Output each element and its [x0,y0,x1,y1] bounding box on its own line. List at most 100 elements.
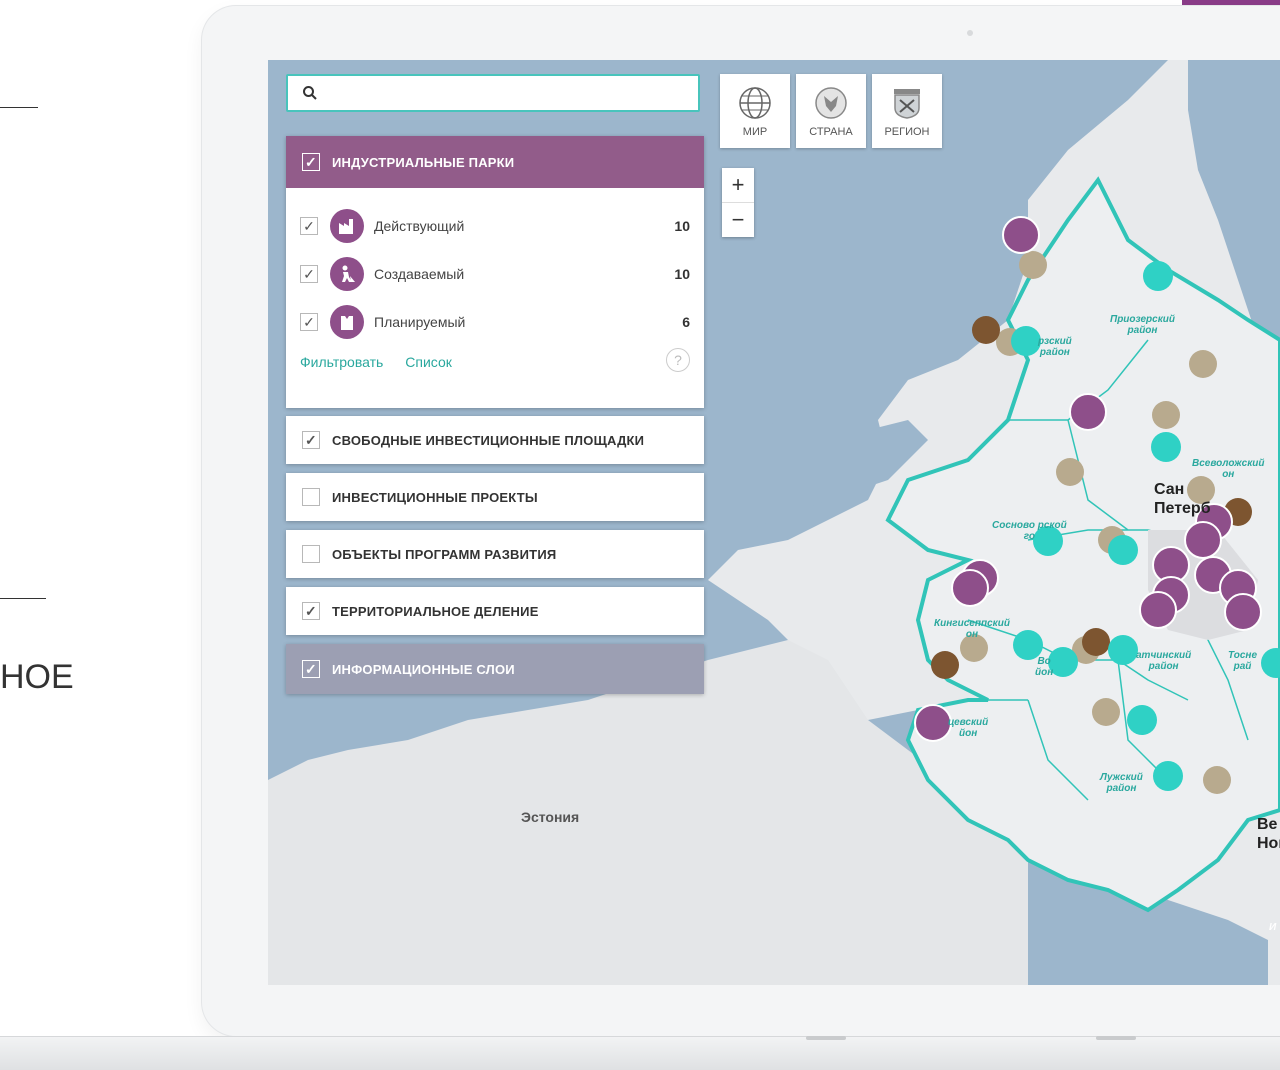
legend-label: Действующий [374,218,465,234]
layer-development-programs-header[interactable]: ОБЪЕКТЫ ПРОГРАММ РАЗВИТИЯ [286,530,704,578]
district-label-line: район [1148,661,1179,672]
map-label-spb-line1: Сан [1154,481,1185,498]
brand-accent-bar [1182,0,1280,5]
map-label-estonia: Эстония [521,809,580,825]
layer-info[interactable]: ✓ ИНФОРМАЦИОННЫЕ СЛОИ [286,644,704,694]
region-coat-of-arms-icon [894,89,920,119]
layer-title: ИНВЕСТИЦИОННЫЕ ПРОЕКТЫ [332,489,538,505]
globe-icon [739,87,771,119]
legend-label: Создаваемый [374,266,465,282]
investment-projects-checkbox[interactable] [302,488,320,506]
district-label-tosnensky: Тосне рай [1228,650,1257,672]
district-label-line: Во [1037,656,1051,667]
legend-row-active[interactable]: ✓ Действующий 10 [300,208,690,244]
list-link[interactable]: Список [405,354,452,370]
map-marker [1056,458,1084,486]
district-label-line: атчинский [1136,650,1192,661]
district-label-part: рской [1037,520,1067,531]
map-label-spb: Сан Петерб [1154,480,1211,518]
layer-free-sites[interactable]: ✓ СВОБОДНЫЕ ИНВЕСТИЦИОННЫЕ ПЛОЩАДКИ [286,416,704,464]
laptop-camera [967,30,973,36]
legend-row-planned[interactable]: ✓ Планируемый 6 [300,304,690,340]
district-label-line: район [1106,783,1137,794]
map-marker [1184,521,1222,559]
development-programs-checkbox[interactable] [302,545,320,563]
layer-title: ИНФОРМАЦИОННЫЕ СЛОИ [332,661,515,677]
map-screen[interactable]: Эстония Сан Петерб Ве Нов Приозерский ра… [268,60,1280,985]
district-label-line: Тосне [1228,650,1257,661]
district-label-luzhsky: Лужский район [1100,772,1143,794]
side-heading-fragment: НОЕ [0,658,74,696]
map-marker [1139,591,1177,629]
map-marker [1108,535,1138,565]
divider-line-bottom [0,598,46,599]
search-icon [303,86,317,100]
district-label-priozersky: Приозерский район [1110,314,1175,336]
scope-button-world[interactable]: МИР [720,74,790,148]
district-label-vyborgsky: рзский район [1038,336,1072,358]
active-checkbox[interactable]: ✓ [300,217,318,235]
map-marker [1153,761,1183,791]
scope-label: РЕГИОН [884,126,930,138]
divider-line-top [0,107,38,108]
map-marker [972,316,1000,344]
country-emblem-icon [815,87,847,119]
layer-title: ИНДУСТРИАЛЬНЫЕ ПАРКИ [332,154,515,170]
district-label-gatchinsky: атчинский район [1136,650,1191,672]
layer-investment-projects[interactable]: ИНВЕСТИЦИОННЫЕ ПРОЕКТЫ [286,473,704,521]
laptop-base [0,1036,1280,1070]
filter-link[interactable]: Фильтровать [300,354,383,370]
industrial-parks-checkbox[interactable]: ✓ [302,153,320,171]
map-marker [1069,393,1107,431]
district-label-line: район [1039,347,1070,358]
planned-building-icon [330,305,364,339]
planned-checkbox[interactable]: ✓ [300,313,318,331]
construction-worker-icon [330,257,364,291]
district-label-sosnovoborsky: Сосново рской го [992,520,1067,542]
layer-free-sites-header[interactable]: ✓ СВОБОДНЫЕ ИНВЕСТИЦИОННЫЕ ПЛОЩАДКИ [286,416,704,464]
search-input[interactable] [286,74,700,112]
district-label-line: го [1023,531,1035,542]
map-marker [1082,628,1110,656]
map-marker [1019,251,1047,279]
layer-industrial-parks-header[interactable]: ✓ ИНДУСТРИАЛЬНЫЕ ПАРКИ [286,136,704,188]
creating-checkbox[interactable]: ✓ [300,265,318,283]
free-sites-checkbox[interactable]: ✓ [302,431,320,449]
layer-investment-projects-header[interactable]: ИНВЕСТИЦИОННЫЕ ПРОЕКТЫ [286,473,704,521]
legend-count: 10 [674,266,690,282]
district-label-line: он [1222,469,1235,480]
territorial-division-checkbox[interactable]: ✓ [302,602,320,620]
zoom-out-button[interactable]: − [722,203,754,237]
layer-title: ТЕРРИТОРИАЛЬНОЕ ДЕЛЕНИЕ [332,603,539,619]
map-marker [1151,432,1181,462]
scope-button-country[interactable]: СТРАНА [796,74,866,148]
panel-actions: Фильтровать Список [300,354,452,370]
district-label-line: йон [1035,667,1054,678]
layer-territorial-division-header[interactable]: ✓ ТЕРРИТОРИАЛЬНОЕ ДЕЛЕНИЕ [286,587,704,635]
district-label-line: район [1127,325,1158,336]
district-label-part: Сосново [992,520,1035,531]
layer-industrial-parks: ✓ ИНДУСТРИАЛЬНЫЕ ПАРКИ ✓ Действующий 10 … [286,136,704,408]
legend-count: 6 [682,314,690,330]
zoom-in-button[interactable]: + [722,168,754,203]
district-label-line: йон [959,728,978,739]
district-label-line: Кингисеппский [934,618,1010,629]
layer-development-programs[interactable]: ОБЪЕКТЫ ПРОГРАММ РАЗВИТИЯ [286,530,704,578]
district-label-kingiseppsky: Кингисеппский он [934,618,1010,640]
info-layers-checkbox[interactable]: ✓ [302,660,320,678]
map-label-vel-line1: Ве [1257,816,1278,833]
map-marker [951,569,989,607]
district-label-vsevolozhsky: Всеволожский он [1192,458,1265,480]
layer-territorial-division[interactable]: ✓ ТЕРРИТОРИАЛЬНОЕ ДЕЛЕНИЕ [286,587,704,635]
layer-info-header[interactable]: ✓ ИНФОРМАЦИОННЫЕ СЛОИ [286,644,704,694]
map-marker [1108,635,1138,665]
district-label-volosovsky: Во йон [1035,656,1053,678]
district-label-line: Всеволожский [1192,458,1265,469]
help-icon[interactable]: ? [666,348,690,372]
map-marker [931,651,959,679]
scope-button-region[interactable]: РЕГИОН [872,74,942,148]
zoom-control: + − [722,168,754,237]
laptop-hinge-right [1096,1036,1136,1040]
district-label-line: рай [1233,661,1252,672]
legend-row-creating[interactable]: ✓ Создаваемый 10 [300,256,690,292]
